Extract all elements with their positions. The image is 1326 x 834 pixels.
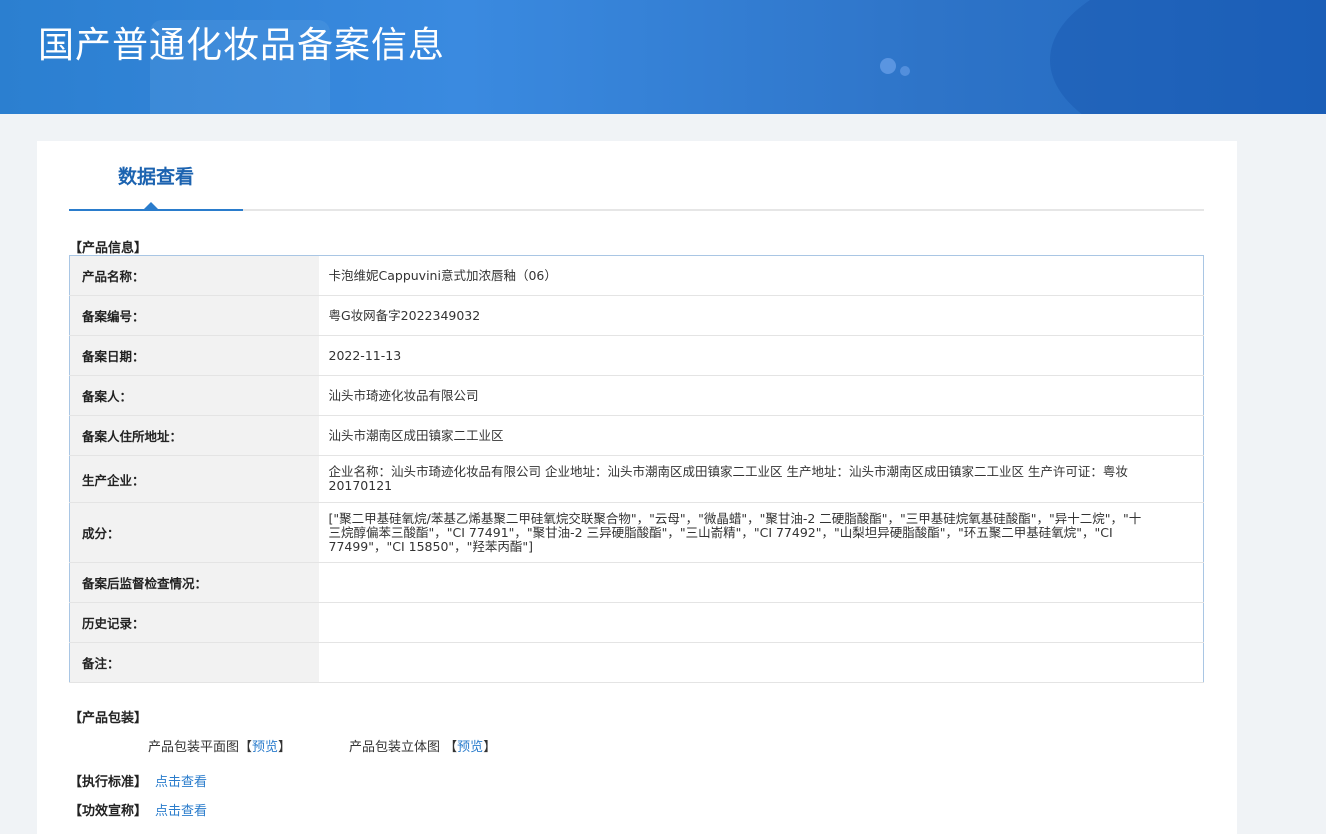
product-info-section-title: 【产品信息】 bbox=[69, 241, 148, 256]
row-key: 成分： bbox=[69, 502, 319, 563]
page-title: 国产普通化妆品备案信息 bbox=[38, 25, 446, 66]
product-info-table: 产品名称： 卡泡维妮Cappuvini意式加浓唇釉（06） 备案编号： 粤G妆网… bbox=[69, 255, 1204, 683]
table-row: 备案人住所地址： 汕头市潮南区成田镇家二工业区 bbox=[69, 415, 1204, 456]
tab-data-view[interactable]: 数据查看 bbox=[69, 141, 243, 211]
table-row: 备案编号： 粤G妆网备字2022349032 bbox=[69, 295, 1204, 336]
table-row: 备案人： 汕头市琦迹化妆品有限公司 bbox=[69, 375, 1204, 416]
row-value bbox=[318, 642, 1204, 683]
row-value: 汕头市潮南区成田镇家二工业区 bbox=[318, 415, 1204, 456]
table-row: 备案后监督检查情况： bbox=[69, 562, 1204, 603]
row-key: 备案编号： bbox=[69, 295, 319, 336]
header-banner: 国产普通化妆品备案信息 bbox=[0, 0, 1326, 114]
efficacy-label: 【功效宣称】 bbox=[69, 804, 148, 819]
efficacy-view-link[interactable]: 点击查看 bbox=[155, 804, 207, 819]
banner-decoration bbox=[900, 66, 910, 76]
row-key: 生产企业： bbox=[69, 455, 319, 503]
row-value: ["聚二甲基硅氧烷/苯基乙烯基聚二甲硅氧烷交联聚合物"，"云母"，"微晶蜡"，"… bbox=[318, 502, 1204, 563]
row-value: 卡泡维妮Cappuvini意式加浓唇釉（06） bbox=[318, 255, 1204, 296]
row-key: 备案后监督检查情况： bbox=[69, 562, 319, 603]
row-value: 粤G妆网备字2022349032 bbox=[318, 295, 1204, 336]
standard-label: 【执行标准】 bbox=[69, 775, 148, 790]
row-key: 历史记录： bbox=[69, 602, 319, 643]
efficacy-row: 【功效宣称】 点击查看 bbox=[69, 800, 207, 819]
row-value: 2022-11-13 bbox=[318, 335, 1204, 376]
row-value bbox=[318, 562, 1204, 603]
bracket-close: 】 bbox=[278, 740, 292, 755]
main-panel: 数据查看 【产品信息】 产品名称： 卡泡维妮Cappuvini意式加浓唇釉（06… bbox=[37, 141, 1237, 834]
row-value: 企业名称：汕头市琦迹化妆品有限公司 企业地址：汕头市潮南区成田镇家二工业区 生产… bbox=[318, 455, 1204, 503]
packaging-flat-label: 产品包装平面图 bbox=[148, 740, 240, 755]
row-value: 汕头市琦迹化妆品有限公司 bbox=[318, 375, 1204, 416]
row-key: 备案日期： bbox=[69, 335, 319, 376]
tab-bar: 数据查看 bbox=[69, 141, 1204, 211]
standard-view-link[interactable]: 点击查看 bbox=[155, 775, 207, 790]
row-key: 产品名称： bbox=[69, 255, 319, 296]
bracket-open: 【 bbox=[444, 740, 458, 755]
packaging-flat-item: 产品包装平面图【预览】 bbox=[148, 736, 291, 755]
row-key: 备案人： bbox=[69, 375, 319, 416]
tab-label: 数据查看 bbox=[117, 165, 194, 188]
bracket-close: 】 bbox=[483, 740, 497, 755]
table-row: 历史记录： bbox=[69, 602, 1204, 643]
bracket-open: 【 bbox=[239, 740, 253, 755]
table-row: 产品名称： 卡泡维妮Cappuvini意式加浓唇釉（06） bbox=[69, 255, 1204, 296]
table-row: 生产企业： 企业名称：汕头市琦迹化妆品有限公司 企业地址：汕头市潮南区成田镇家二… bbox=[69, 455, 1204, 503]
banner-decoration bbox=[880, 58, 896, 74]
table-row: 备案日期： 2022-11-13 bbox=[69, 335, 1204, 376]
banner-decoration bbox=[1050, 0, 1326, 114]
packaging-solid-preview-link[interactable]: 预览 bbox=[457, 740, 483, 755]
packaging-flat-preview-link[interactable]: 预览 bbox=[252, 740, 278, 755]
packaging-solid-label: 产品包装立体图 bbox=[349, 740, 441, 755]
packaging-solid-item: 产品包装立体图 【预览】 bbox=[349, 736, 496, 755]
tab-caret-icon bbox=[144, 202, 158, 209]
row-key: 备注： bbox=[69, 642, 319, 683]
row-value bbox=[318, 602, 1204, 643]
table-row: 成分： ["聚二甲基硅氧烷/苯基乙烯基聚二甲硅氧烷交联聚合物"，"云母"，"微晶… bbox=[69, 502, 1204, 563]
packaging-section-title: 【产品包装】 bbox=[69, 711, 148, 726]
standard-row: 【执行标准】 点击查看 bbox=[69, 771, 207, 790]
table-row: 备注： bbox=[69, 642, 1204, 683]
row-key: 备案人住所地址： bbox=[69, 415, 319, 456]
